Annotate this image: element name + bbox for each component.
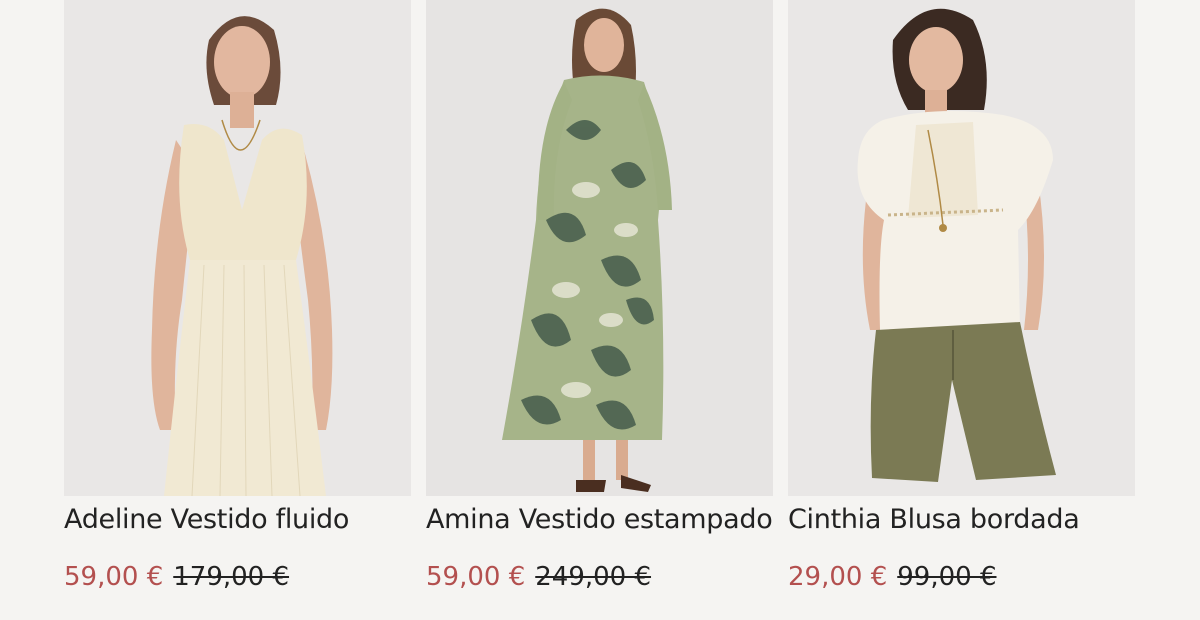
sale-price: 29,00 € [788,562,888,592]
product-card-adeline[interactable]: Adeline Vestido fluido 59,00 € 179,00 € [64,0,411,620]
product-photo [788,0,1135,496]
price-block: 59,00 € 249,00 € [426,557,651,597]
product-grid: Adeline Vestido fluido 59,00 € 179,00 € A… [64,0,1136,620]
product-image[interactable] [64,0,411,496]
price-block: 29,00 € 99,00 € [788,557,997,597]
product-name[interactable]: Cinthia Blusa bordada [788,500,1080,540]
original-price: 179,00 € [173,562,290,592]
product-card-amina[interactable]: Amina Vestido estampado 59,00 € 249,00 € [426,0,773,620]
sale-price: 59,00 € [426,562,526,592]
product-image[interactable] [426,0,773,496]
sale-price: 59,00 € [64,562,164,592]
original-price: 99,00 € [897,562,997,592]
product-card-cinthia[interactable]: Cinthia Blusa bordada 29,00 € 99,00 € [788,0,1135,620]
original-price: 249,00 € [535,562,652,592]
product-image[interactable] [788,0,1135,496]
product-photo [426,0,773,496]
product-name[interactable]: Amina Vestido estampado [426,500,773,540]
product-name[interactable]: Adeline Vestido fluido [64,500,349,540]
price-block: 59,00 € 179,00 € [64,557,289,597]
product-photo [64,0,411,496]
